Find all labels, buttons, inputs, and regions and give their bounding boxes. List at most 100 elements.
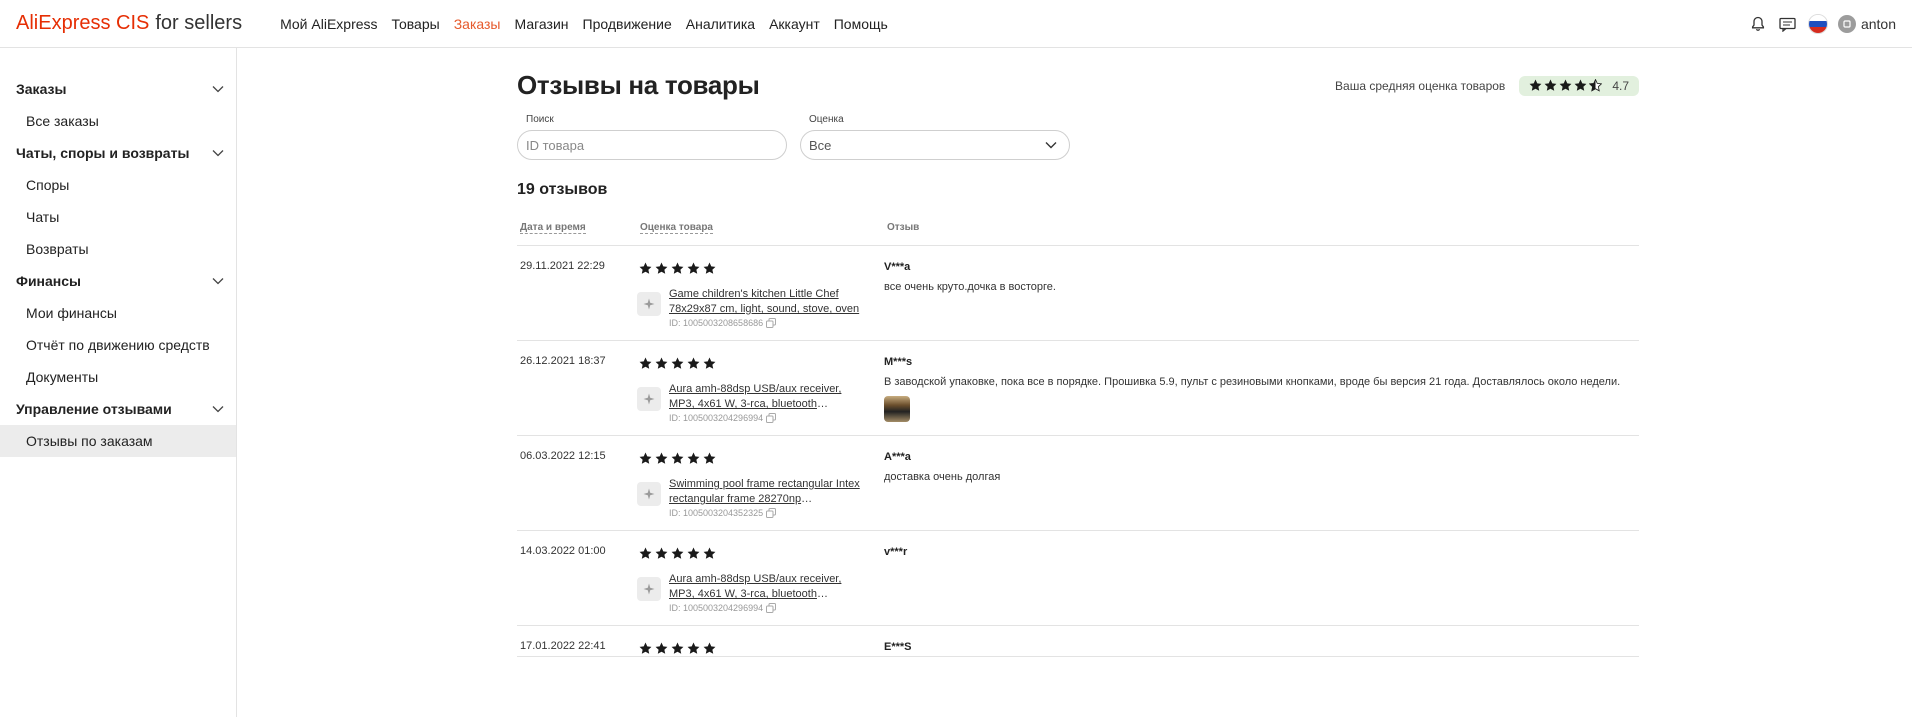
column-review: Отзыв — [887, 222, 920, 233]
star-icon — [671, 262, 684, 275]
reviews-count: 19 отзывов — [517, 181, 608, 198]
average-rating: Ваша средняя оценка товаров 4.7 — [1335, 75, 1639, 96]
star-icon — [703, 642, 716, 655]
review-photo[interactable] — [884, 396, 910, 422]
star-icon — [655, 357, 668, 370]
sidebar-item[interactable]: Возвраты — [0, 233, 236, 265]
star-icon — [639, 547, 652, 560]
nav-item[interactable]: Помощь — [834, 16, 888, 32]
table-row: 06.03.2022 12:15 Swimming pool frame rec… — [517, 436, 1639, 531]
review-text: все очень круто.дочка в восторге. — [884, 281, 1056, 293]
sidebar-section[interactable]: Финансы — [0, 265, 236, 297]
product-rating — [637, 355, 884, 371]
star-icon — [671, 357, 684, 370]
star-icon — [703, 547, 716, 560]
copy-icon[interactable] — [766, 508, 777, 518]
sidebar-item[interactable]: Отчёт по движению средств — [0, 329, 236, 361]
table-row: 14.03.2022 01:00 Aura amh-88dsp USB/aux … — [517, 531, 1639, 626]
sidebar-item[interactable]: Споры — [0, 169, 236, 201]
rating-filter-select[interactable]: Все — [800, 130, 1070, 160]
sidebar-item[interactable]: Мои финансы — [0, 297, 236, 329]
star-icon — [655, 262, 668, 275]
logo[interactable]: AliExpress CIS for sellers — [16, 12, 242, 35]
sidebar-section-title: Заказы — [16, 81, 67, 97]
review-author: E***S — [884, 641, 912, 653]
review-date: 26.12.2021 18:37 — [520, 355, 606, 367]
chevron-down-icon — [210, 401, 226, 417]
user-menu[interactable]: anton — [1837, 15, 1896, 33]
review-author: M***s — [884, 356, 913, 368]
copy-icon[interactable] — [766, 413, 777, 423]
table-row: 17.01.2022 22:41 E***S — [517, 626, 1639, 657]
sidebar-item[interactable]: Все заказы — [0, 105, 236, 137]
average-rating-value: 4.7 — [1612, 78, 1629, 93]
star-icon — [639, 357, 652, 370]
product: Aura amh-88dsp USB/aux receiver, MP3, 4x… — [637, 572, 884, 613]
star-icon — [639, 642, 652, 655]
review-author: V***a — [884, 261, 911, 273]
product-image-placeholder-icon — [637, 292, 661, 316]
product-rating — [637, 260, 884, 276]
reviews-table: 29.11.2021 22:29 Game children's kitchen… — [517, 246, 1639, 657]
page-title: Отзывы на товары — [517, 70, 760, 100]
nav-item[interactable]: Аккаунт — [769, 16, 820, 32]
product-image-placeholder-icon — [637, 482, 661, 506]
table-header: Дата и время Оценка товара Отзыв — [517, 222, 1639, 246]
product-link[interactable]: Game children's kitchen Little Chef 78x2… — [669, 287, 863, 317]
nav-item[interactable]: Товары — [392, 16, 440, 32]
product-link[interactable]: Swimming pool frame rectangular Intex re… — [669, 477, 863, 507]
column-rating[interactable]: Оценка товара — [637, 222, 884, 245]
flag-ru-icon[interactable] — [1807, 14, 1828, 34]
star-icon — [655, 452, 668, 465]
sidebar-section[interactable]: Управление отзывами — [0, 393, 236, 425]
star-icon — [687, 547, 700, 560]
column-date[interactable]: Дата и время — [517, 222, 637, 245]
review-date: 29.11.2021 22:29 — [520, 260, 605, 272]
nav-item[interactable]: Магазин — [515, 16, 569, 32]
product: Game children's kitchen Little Chef 78x2… — [637, 287, 884, 328]
average-rating-label: Ваша средняя оценка товаров — [1335, 78, 1506, 93]
nav-item[interactable]: Аналитика — [686, 16, 755, 32]
header-actions: anton — [1748, 0, 1896, 48]
avatar — [1837, 15, 1856, 33]
star-icon — [671, 547, 684, 560]
product-link[interactable]: Aura amh-88dsp USB/aux receiver, MP3, 4x… — [669, 382, 863, 412]
filters: Поиск Оценка Все — [517, 114, 1639, 160]
search-label: Поиск — [526, 114, 554, 125]
sidebar-section-title: Финансы — [16, 273, 81, 289]
table-row: 29.11.2021 22:29 Game children's kitchen… — [517, 246, 1639, 341]
chevron-down-icon — [210, 81, 226, 97]
sidebar-item[interactable]: Документы — [0, 361, 236, 393]
star-icon — [1574, 79, 1587, 92]
messages-icon[interactable] — [1778, 14, 1798, 34]
star-icon — [703, 452, 716, 465]
copy-icon[interactable] — [766, 318, 777, 328]
star-icon — [671, 642, 684, 655]
review-author: A***a — [884, 451, 911, 463]
review-date: 14.03.2022 01:00 — [520, 545, 606, 557]
nav-item[interactable]: Мой AliExpress — [280, 16, 377, 32]
top-navigation: Мой AliExpress Товары Заказы Магазин Продвиж… — [280, 16, 888, 32]
chevron-down-icon — [1043, 137, 1059, 153]
main-content: Отзывы на товары Ваша средняя оценка тов… — [237, 48, 1912, 717]
sidebar-item[interactable]: Чаты — [0, 201, 236, 233]
star-icon — [655, 642, 668, 655]
nav-item[interactable]: Заказы — [454, 16, 501, 32]
logo-brand: AliExpress CIS — [16, 12, 150, 34]
chevron-down-icon — [210, 145, 226, 161]
sidebar-section[interactable]: Заказы — [0, 73, 236, 105]
copy-icon[interactable] — [766, 603, 777, 613]
rating-filter-label: Оценка — [809, 114, 844, 125]
product-id: ID: 1005003204296994 — [669, 603, 863, 613]
review-date: 06.03.2022 12:15 — [520, 450, 606, 462]
sidebar-item[interactable]: Отзывы по заказам — [0, 425, 236, 457]
bell-icon[interactable] — [1748, 14, 1768, 34]
star-icon — [1589, 79, 1603, 92]
star-icon — [639, 452, 652, 465]
product-link[interactable]: Aura amh-88dsp USB/aux receiver, MP3, 4x… — [669, 572, 863, 602]
search-input[interactable] — [517, 130, 787, 160]
star-icon — [655, 547, 668, 560]
product-rating — [637, 545, 884, 561]
nav-item[interactable]: Продвижение — [583, 16, 672, 32]
sidebar-section[interactable]: Чаты, споры и возвраты — [0, 137, 236, 169]
